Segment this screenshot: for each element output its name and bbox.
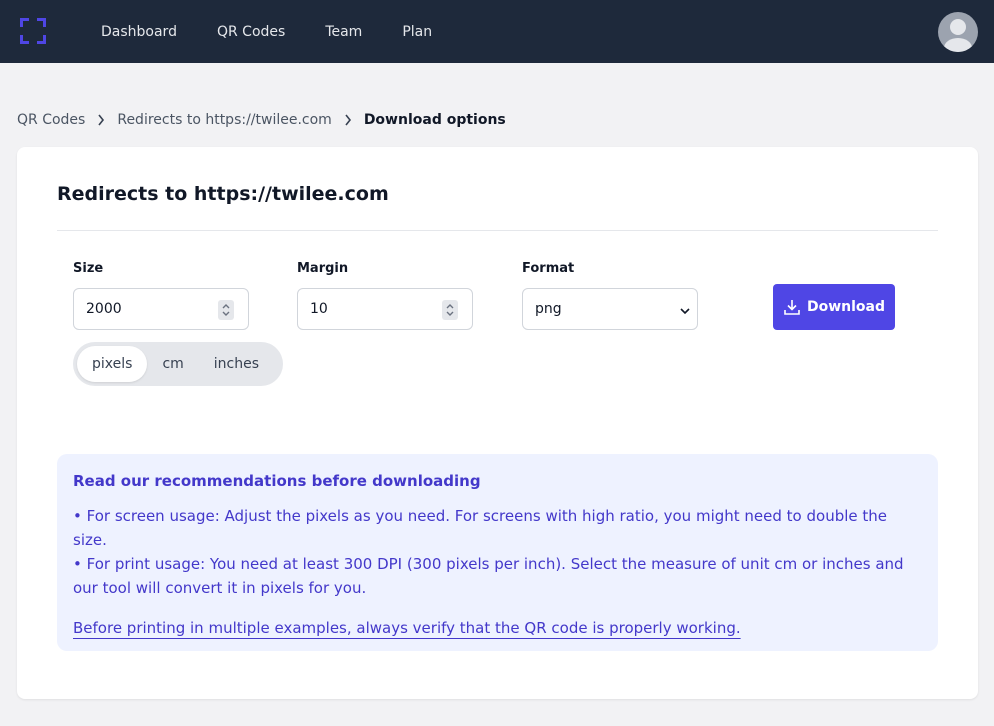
download-icon [784,300,800,315]
top-nav-bar: Dashboard QR Codes Team Plan [0,0,994,63]
notice-screen-usage: • For screen usage: Adjust the pixels as… [73,507,887,549]
size-value: 2000 [86,301,122,317]
notice-verify-link[interactable]: Before printing in multiple examples, al… [73,616,741,640]
format-select[interactable]: png [522,288,698,330]
nav-dashboard[interactable]: Dashboard [101,24,177,40]
app-logo-icon[interactable] [20,18,46,44]
download-options-card: Redirects to https://twilee.com Size 200… [17,147,978,699]
format-label: Format [522,261,575,276]
size-stepper-icon[interactable] [218,300,234,320]
user-avatar[interactable] [938,12,978,52]
size-label: Size [73,261,104,276]
chevron-right-icon [97,114,105,126]
main-nav: Dashboard QR Codes Team Plan [101,0,472,63]
unit-toggle: pixels cm inches [73,342,283,386]
margin-stepper-icon[interactable] [442,300,458,320]
nav-team[interactable]: Team [325,24,362,40]
card-title: Redirects to https://twilee.com [57,183,389,205]
unit-cm[interactable]: cm [147,346,198,382]
user-icon [944,19,972,52]
chevron-right-icon [344,114,352,126]
breadcrumb-current: Download options [363,112,506,128]
nav-plan[interactable]: Plan [402,24,432,40]
breadcrumb-redirect[interactable]: Redirects to https://twilee.com [117,112,331,128]
download-label: Download [806,299,886,315]
unit-inches[interactable]: inches [199,346,274,382]
margin-input[interactable]: 10 [297,288,473,330]
download-button[interactable]: Download [773,284,895,330]
breadcrumb-qr-codes[interactable]: QR Codes [17,112,85,128]
nav-qr-codes[interactable]: QR Codes [217,24,285,40]
margin-value: 10 [310,301,328,317]
divider [57,230,938,231]
notice-title: Read our recommendations before download… [73,472,481,490]
size-input[interactable]: 2000 [73,288,249,330]
unit-pixels[interactable]: pixels [77,346,148,382]
notice-print-usage: • For print usage: You need at least 300… [73,555,904,597]
format-value: png [535,301,562,317]
margin-label: Margin [297,261,349,276]
breadcrumb: QR Codes Redirects to https://twilee.com… [17,112,506,128]
chevron-down-icon [679,304,691,320]
recommendations-notice: Read our recommendations before download… [57,454,938,651]
